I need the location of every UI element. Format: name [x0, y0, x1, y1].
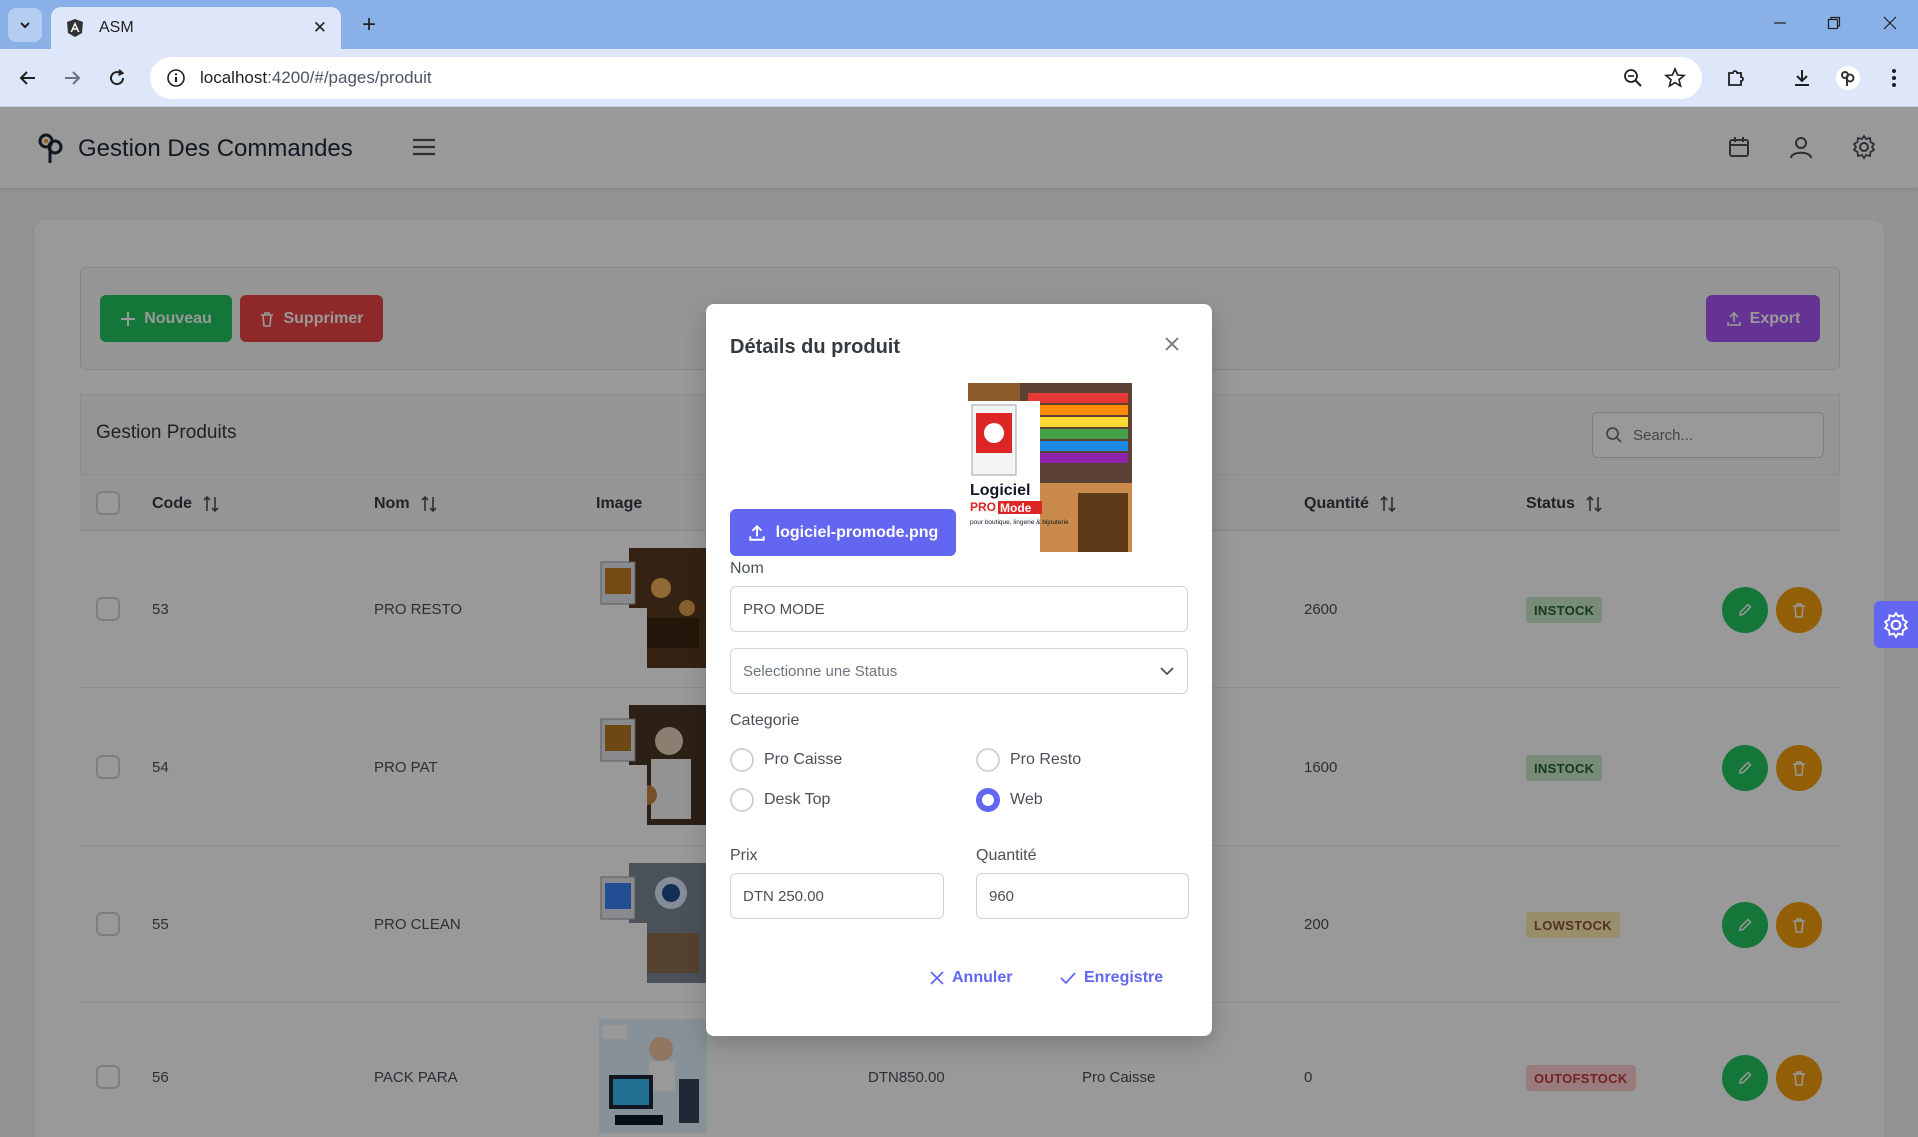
back-button[interactable] [10, 60, 46, 96]
product-dialog: Détails du produit Logiciel PRO Mode pou… [706, 304, 1212, 1036]
chevron-down-icon [20, 22, 30, 29]
check-icon [1060, 972, 1076, 985]
more-menu-icon[interactable] [1876, 60, 1912, 96]
price-input-value: DTN 250.00 [743, 887, 824, 905]
gear-icon [1883, 610, 1909, 639]
radio-button-selected[interactable] [976, 788, 1000, 812]
preview-brand-text: Logiciel [970, 482, 1030, 499]
name-input[interactable]: PRO MODE [730, 586, 1188, 632]
radio-label: Web [1010, 791, 1043, 808]
radio-button[interactable] [730, 788, 754, 812]
quantity-input[interactable]: 960 [976, 873, 1189, 919]
new-tab-button[interactable]: + [352, 8, 386, 42]
download-icon[interactable] [1784, 60, 1820, 96]
quantity-input-value: 960 [989, 887, 1015, 905]
radio-pro-resto[interactable]: Pro Resto [976, 748, 1081, 772]
close-window-icon[interactable] [1862, 0, 1918, 46]
cancel-button-label: Annuler [952, 969, 1013, 986]
layout-config-button[interactable] [1874, 601, 1918, 648]
dialog-close-button[interactable] [1156, 328, 1188, 360]
restore-icon[interactable] [1806, 0, 1862, 46]
reload-icon [110, 69, 125, 86]
upload-image-button[interactable]: logiciel-promode.png [730, 509, 956, 556]
minimize-icon[interactable] [1752, 0, 1808, 46]
url-text[interactable]: localhost:4200/#/pages/produit [200, 68, 1622, 88]
radio-desk-top[interactable]: Desk Top [730, 788, 830, 812]
url-host: localhost [200, 68, 268, 87]
address-bar[interactable]: localhost:4200/#/pages/produit [150, 57, 1702, 99]
name-label: Nom [730, 560, 764, 577]
profile-icon[interactable] [1830, 60, 1866, 96]
browser-tab-strip: ASM ✕ + [0, 0, 1918, 49]
forward-button[interactable] [54, 60, 90, 96]
preview-tagline-text: pour boutique, lingerie & bijouterie [970, 519, 1069, 526]
url-path: :4200/#/pages/produit [267, 68, 432, 87]
name-input-value: PRO MODE [743, 600, 825, 618]
zoom-icon[interactable] [1622, 67, 1644, 89]
radio-button[interactable] [730, 748, 754, 772]
status-dropdown[interactable]: Selectionne une Status [730, 648, 1188, 694]
browser-toolbar: localhost:4200/#/pages/produit [0, 49, 1918, 107]
tab-title: ASM [99, 19, 134, 36]
radio-pro-caisse[interactable]: Pro Caisse [730, 748, 842, 772]
radio-button[interactable] [976, 748, 1000, 772]
dialog-title: Détails du produit [730, 336, 900, 358]
save-button-label: Enregistre [1084, 969, 1164, 986]
status-dropdown-placeholder: Selectionne une Status [743, 662, 898, 680]
quantity-label: Quantité [976, 847, 1037, 864]
category-label: Categorie [730, 712, 800, 729]
radio-label: Pro Resto [1010, 751, 1082, 768]
arrow-right-icon [65, 71, 81, 85]
radio-web[interactable]: Web [976, 788, 1043, 812]
arrow-left-icon [19, 71, 35, 85]
close-icon [1165, 337, 1179, 351]
browser-tab[interactable]: ASM ✕ [51, 7, 341, 49]
angular-icon [67, 19, 83, 37]
chevron-down-icon [1160, 667, 1174, 676]
extensions-icon[interactable] [1718, 60, 1754, 96]
radio-label: Desk Top [764, 791, 831, 808]
save-button[interactable]: Enregistre [1060, 969, 1163, 987]
cancel-button[interactable]: Annuler [930, 969, 1012, 987]
tab-search-button[interactable] [8, 8, 42, 42]
reload-button[interactable] [99, 60, 135, 96]
upload-file-name: logiciel-promode.png [775, 523, 939, 541]
close-icon [930, 971, 944, 985]
product-preview-image: Logiciel PRO Mode pour boutique, lingeri… [968, 383, 1132, 552]
close-tab-icon[interactable]: ✕ [313, 18, 327, 38]
preview-pro-text: PRO [970, 500, 996, 514]
price-label: Prix [730, 847, 758, 864]
site-info-icon[interactable] [166, 68, 186, 88]
radio-label: Pro Caisse [764, 751, 843, 768]
price-input[interactable]: DTN 250.00 [730, 873, 944, 919]
bookmark-star-icon[interactable] [1664, 67, 1686, 89]
preview-mode-text: Mode [1000, 501, 1032, 515]
upload-icon [748, 524, 765, 541]
